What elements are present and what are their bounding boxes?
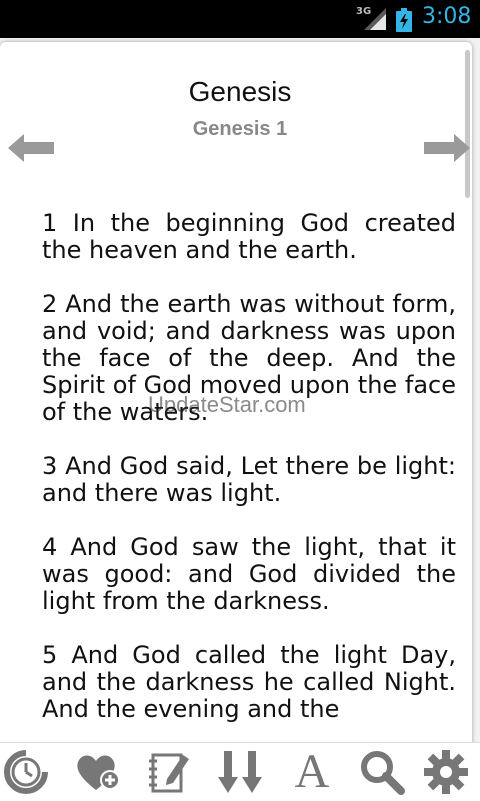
- book-title: Genesis: [188, 76, 292, 107]
- reader-page: Genesis Genesis 1 1 In the beginning God…: [0, 38, 480, 742]
- status-bar: 3G 3:08: [0, 0, 480, 38]
- signal-icon: [364, 8, 386, 30]
- settings-button[interactable]: [420, 747, 472, 797]
- verse-3[interactable]: 3 And God said, Let there be light: and …: [42, 453, 456, 507]
- watermark: UpdateStar.com: [148, 392, 306, 417]
- verse-1[interactable]: 1 In the beginning God created the heave…: [42, 210, 456, 264]
- gear-icon: [424, 750, 468, 794]
- search-icon: [361, 751, 405, 795]
- clock-icon: [4, 750, 48, 794]
- notes-button[interactable]: [142, 747, 194, 797]
- verse-list: 1 In the beginning God created the heave…: [42, 210, 456, 742]
- font-size-button[interactable]: A: [286, 747, 338, 797]
- font-icon: A: [294, 745, 330, 798]
- heart-add-icon: [77, 755, 120, 790]
- verse-5[interactable]: 5 And God called the light Day, and the …: [42, 642, 456, 723]
- chapter-title: Genesis 1: [192, 118, 288, 140]
- status-clock: 3:08: [422, 4, 472, 29]
- verse-4[interactable]: 4 And God saw the light, that it was goo…: [42, 534, 456, 615]
- notebook-edit-icon: [149, 753, 189, 793]
- add-favorite-button[interactable]: [72, 747, 124, 797]
- history-button[interactable]: [0, 747, 52, 797]
- previous-chapter-arrow-icon[interactable]: [8, 134, 54, 162]
- scroll-down-button[interactable]: [214, 747, 266, 797]
- reading-pane[interactable]: Genesis Genesis 1 1 In the beginning God…: [0, 42, 472, 742]
- scroll-down-icon: [218, 751, 262, 793]
- bottom-toolbar: A: [0, 742, 480, 801]
- battery-charging-icon: [396, 8, 412, 32]
- next-chapter-arrow-icon[interactable]: [424, 134, 470, 162]
- search-button[interactable]: [356, 747, 408, 797]
